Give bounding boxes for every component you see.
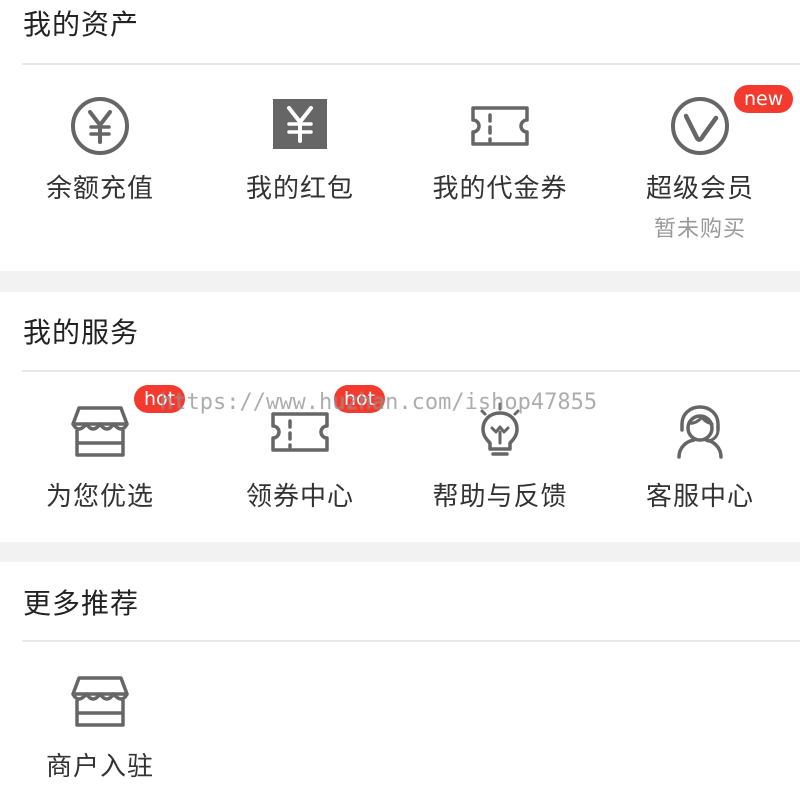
more-section-title: 更多推荐 [23, 587, 140, 620]
services-section-title: 我的服务 [23, 316, 140, 349]
red-packet-icon [273, 99, 327, 149]
balance-recharge-label: 余额充值 [45, 174, 154, 204]
vip-v-icon [671, 97, 729, 155]
help-feedback-label: 帮助与反馈 [432, 482, 568, 512]
voucher-label: 我的代金券 [432, 174, 568, 204]
store-icon [71, 676, 129, 727]
merchant-join-label: 商户入驻 [45, 752, 154, 782]
section-gap [0, 542, 800, 562]
customer-service-item[interactable]: 客服中心 [600, 402, 800, 532]
balance-recharge-item[interactable]: 余额充值 [0, 96, 200, 256]
super-vip-item[interactable]: new 超级会员 暂未购买 [600, 85, 800, 256]
yuan-circle-icon [71, 97, 129, 155]
more-section: 更多推荐 商户入驻 [0, 562, 800, 800]
ticket-icon [271, 412, 329, 452]
section-gap [0, 271, 800, 292]
super-vip-label: 超级会员 [645, 174, 754, 204]
help-feedback-item[interactable]: 帮助与反馈 [400, 402, 600, 532]
lightbulb-icon [480, 402, 520, 456]
ticket-icon [471, 106, 529, 146]
coupon-center-label: 领券中心 [245, 482, 354, 512]
new-badge: new [734, 85, 794, 113]
section-divider [22, 640, 800, 642]
customer-service-label: 客服中心 [645, 482, 754, 512]
voucher-item[interactable]: 我的代金券 [400, 96, 600, 256]
red-packet-item[interactable]: 我的红包 [200, 96, 400, 256]
assets-section-title: 我的资产 [23, 8, 140, 41]
services-section: 我的服务 hot 为您优选 hot 领券中心 帮助与反馈 客服中心 [0, 292, 800, 542]
section-divider [22, 370, 800, 372]
coupon-center-item[interactable]: hot 领券中心 [200, 385, 400, 532]
hot-badge: hot [334, 385, 386, 413]
assets-section: 我的资产 余额充值 我的红包 我的代金券 new 超级会员 暂未购买 [0, 0, 800, 271]
recommended-item[interactable]: hot 为您优选 [0, 385, 200, 532]
hot-badge: hot [134, 385, 186, 413]
headset-icon [677, 405, 723, 459]
recommended-label: 为您优选 [45, 482, 154, 512]
store-icon [71, 406, 129, 457]
super-vip-status: 暂未购买 [653, 217, 746, 242]
red-packet-label: 我的红包 [245, 174, 354, 204]
section-divider [22, 63, 800, 65]
merchant-join-item[interactable]: 商户入驻 [0, 672, 200, 792]
